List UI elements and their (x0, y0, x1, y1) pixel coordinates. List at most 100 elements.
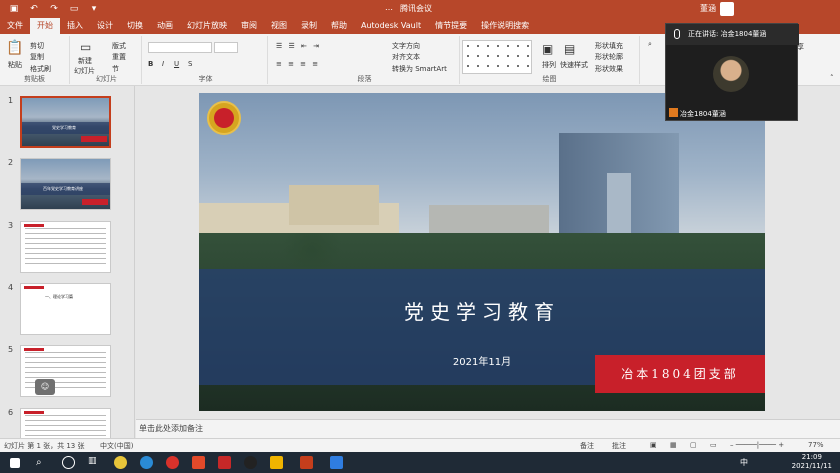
powerpoint-icon[interactable] (300, 456, 313, 469)
collapse-ribbon-icon[interactable]: ˄ (830, 74, 834, 82)
windows-taskbar: ⌕ ▥ 中 21:09 2021/11/11 (0, 452, 840, 473)
start-from-beginning-icon[interactable]: ▭ (68, 4, 80, 14)
slides-group: ▭ 新建 幻灯片 版式 重置 节 幻灯片 (72, 36, 142, 84)
language-indicator[interactable]: 中文(中国) (100, 441, 133, 451)
normal-view-icon[interactable]: ▣ (650, 441, 657, 449)
slide-title[interactable]: 党史学习教育 (199, 296, 765, 325)
task-view-icon[interactable] (62, 456, 75, 469)
tab-file[interactable]: 文件 (0, 18, 30, 34)
user-name[interactable]: 董涵 (700, 3, 716, 14)
new-slide-icon[interactable]: ▭ (80, 40, 91, 54)
tab-home[interactable]: 开始 (30, 18, 60, 34)
cut-button[interactable]: 剪切 (30, 41, 44, 51)
italic-icon[interactable]: I (162, 60, 164, 68)
slide-thumbnail-2[interactable]: 百年党史学习教育讲座 (20, 158, 111, 210)
paragraph-label: 段落 (357, 75, 372, 83)
arrange-icon[interactable]: ▣ (542, 42, 553, 56)
bullets-icon[interactable]: ☰ ☰ ⇤ ⇥ (276, 42, 321, 50)
widgets-icon[interactable]: ▥ (88, 456, 101, 469)
tab-help[interactable]: 帮助 (324, 18, 354, 34)
shape-effects-button[interactable]: 形状效果 (595, 64, 623, 74)
shape-outline-button[interactable]: 形状轮廓 (595, 52, 623, 62)
format-painter-button[interactable]: 格式刷 (30, 64, 51, 74)
notes-button[interactable]: 备注 (580, 441, 594, 451)
font-group: B I U S 字体 (144, 36, 268, 84)
slide-thumbnail-3[interactable] (20, 221, 111, 273)
find-icon[interactable]: ⌕ (648, 40, 652, 49)
participant-avatar[interactable] (713, 56, 749, 92)
qq-icon[interactable] (244, 456, 257, 469)
slide-thumbnail-4[interactable]: 一、理论学习篇 (20, 283, 111, 335)
tab-transitions[interactable]: 切换 (120, 18, 150, 34)
underline-icon[interactable]: U (174, 60, 179, 68)
thumb-number: 2 (8, 158, 14, 167)
slide-sorter-icon[interactable]: ▦ (670, 441, 677, 449)
ime-indicator[interactable]: 中 (740, 457, 748, 468)
paste-button[interactable]: 粘贴 (8, 60, 22, 70)
quick-styles-icon[interactable]: ▤ (564, 42, 575, 56)
reading-view-icon[interactable]: ▢ (690, 441, 697, 449)
bold-icon[interactable]: B (148, 60, 153, 68)
undo-icon[interactable]: ↶ (28, 4, 40, 14)
save-icon[interactable]: ▣ (8, 4, 20, 14)
reset-button[interactable]: 重置 (112, 52, 126, 62)
paste-icon[interactable]: 📋 (6, 40, 23, 56)
file-explorer-icon[interactable] (270, 456, 283, 469)
align-icons[interactable]: ≡ ≡ ≡ ≡ (276, 60, 320, 68)
system-clock[interactable]: 21:09 2021/11/11 (792, 453, 832, 471)
align-text-button[interactable]: 对齐文本 (392, 52, 420, 62)
copy-button[interactable]: 复制 (30, 52, 44, 62)
slide-thumbnail-1[interactable]: 党史学习教育 (20, 96, 111, 148)
redo-icon[interactable]: ↷ (48, 4, 60, 14)
clipboard-label: 剪贴板 (24, 75, 45, 83)
slide-thumbnail-6[interactable] (20, 408, 111, 438)
tab-review[interactable]: 审阅 (234, 18, 264, 34)
thumb-number: 3 (8, 221, 14, 230)
customize-quick-access-icon[interactable]: ▾ (88, 4, 100, 14)
tab-storyboard[interactable]: 情节提要 (428, 18, 474, 34)
arrange-button[interactable]: 排列 (542, 60, 556, 70)
tab-insert[interactable]: 插入 (60, 18, 90, 34)
slideshow-icon[interactable]: ▭ (710, 441, 717, 449)
office-icon[interactable] (192, 456, 205, 469)
tab-design[interactable]: 设计 (90, 18, 120, 34)
app-icon[interactable] (114, 456, 127, 469)
new-slide-button[interactable]: 新建 (78, 56, 92, 66)
tab-view[interactable]: 视图 (264, 18, 294, 34)
tencent-meeting-icon[interactable] (330, 456, 343, 469)
tell-me-search[interactable]: 操作说明搜索 (474, 18, 536, 34)
layout-button[interactable]: 版式 (112, 41, 126, 51)
convert-smartart-button[interactable]: 转换为 SmartArt (392, 64, 447, 74)
slide-thumbnail-pane[interactable]: 1 党史学习教育 2 百年党史学习教育讲座 3 4 一、理论学习篇 5 6 (0, 86, 135, 438)
slide-thumbnail-5[interactable] (20, 345, 111, 397)
text-direction-button[interactable]: 文字方向 (392, 41, 420, 51)
shapes-gallery[interactable] (462, 40, 532, 74)
font-name-box[interactable] (148, 42, 212, 53)
chat-icon[interactable]: ☺ (35, 379, 55, 395)
tab-animations[interactable]: 动画 (150, 18, 180, 34)
quick-styles-button[interactable]: 快速样式 (560, 60, 588, 70)
tab-slideshow[interactable]: 幻灯片放映 (180, 18, 234, 34)
comments-button[interactable]: 批注 (612, 441, 626, 451)
section-button[interactable]: 节 (112, 64, 119, 74)
search-icon[interactable]: ⌕ (36, 456, 49, 469)
thumb-number: 4 (8, 283, 14, 292)
shadow-icon[interactable]: S (188, 60, 192, 68)
org-label-box[interactable]: 冶本1804团支部 (595, 355, 765, 393)
app-red-icon[interactable] (218, 456, 231, 469)
tab-record[interactable]: 录制 (294, 18, 324, 34)
slide-count: 幻灯片 第 1 张，共 13 张 (4, 442, 85, 450)
current-slide[interactable]: 党史学习教育 2021年11月 冶本1804团支部 (199, 93, 765, 411)
zoom-level[interactable]: 77% (808, 441, 824, 449)
edge-icon[interactable] (140, 456, 153, 469)
meeting-video-window[interactable]: 正在讲话: 冶金1804董涵 冶金1804董涵 (665, 23, 799, 121)
user-avatar[interactable] (720, 2, 734, 16)
zoom-slider[interactable]: – ─────|──── + (730, 441, 784, 449)
font-size-box[interactable] (214, 42, 238, 53)
windows-start-icon[interactable] (10, 458, 20, 468)
tab-autodesk-vault[interactable]: Autodesk Vault (354, 18, 428, 34)
notes-pane[interactable]: 单击此处添加备注 (136, 419, 840, 438)
clock-date: 2021/11/11 (791, 462, 832, 470)
netease-music-icon[interactable] (166, 456, 179, 469)
shape-fill-button[interactable]: 形状填充 (595, 41, 623, 51)
